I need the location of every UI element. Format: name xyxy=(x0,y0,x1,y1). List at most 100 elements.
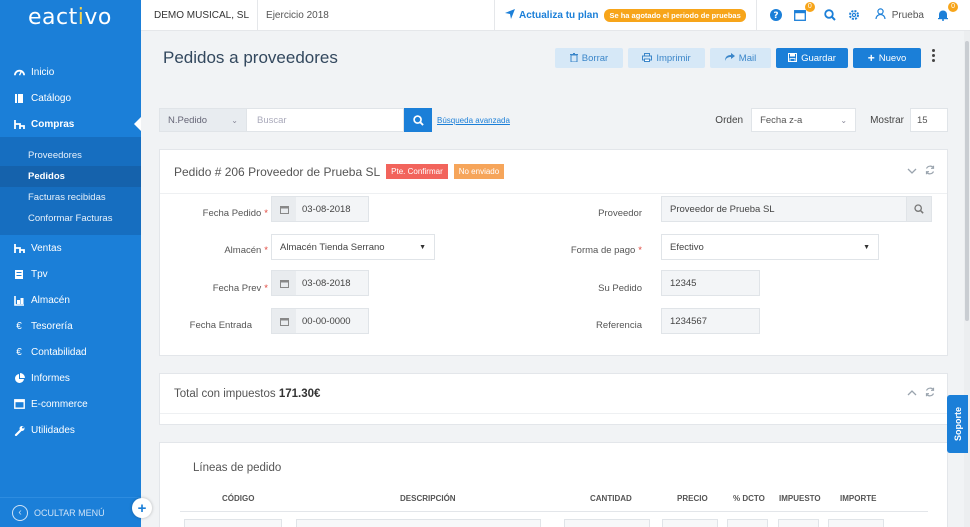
expected-date-field[interactable]: 03-08-2018 xyxy=(271,270,369,296)
sidebar-subitem-pedidos[interactable]: Pedidos xyxy=(0,166,141,187)
sidebar-nav: Inicio Catálogo Compras Proveedores Pedi… xyxy=(0,59,141,443)
line-price-input[interactable] xyxy=(662,519,718,527)
column-header-amount: IMPORTE xyxy=(840,494,877,503)
payment-method-select[interactable]: Efectivo ▼ xyxy=(661,234,879,260)
sidebar-item-tesoreria[interactable]: € Tesorería xyxy=(0,313,141,339)
chevron-up-icon[interactable] xyxy=(907,387,917,400)
line-tax-input[interactable] xyxy=(778,519,819,527)
sidebar-item-informes[interactable]: Informes xyxy=(0,365,141,391)
chevron-down-icon[interactable] xyxy=(907,165,917,178)
search-field-value: N.Pedido xyxy=(168,114,208,126)
upgrade-plan-label: Actualiza tu plan xyxy=(519,9,599,21)
supplier-order-field[interactable]: 12345 xyxy=(661,270,760,296)
supplier-search-button[interactable] xyxy=(906,196,932,222)
order-date-value: 03-08-2018 xyxy=(302,203,351,215)
refresh-icon[interactable] xyxy=(925,165,935,178)
required-mark: * xyxy=(264,208,268,219)
entry-date-field[interactable]: 00-00-0000 xyxy=(271,308,369,334)
sidebar-item-label: Informes xyxy=(31,372,70,384)
calendar-icon xyxy=(272,271,296,295)
sidebar: eactivo Inicio Catálogo Compras Proveedo… xyxy=(0,0,141,527)
sidebar-item-almacen[interactable]: Almacén xyxy=(0,287,141,313)
search-icon[interactable] xyxy=(821,6,839,24)
line-discount-input[interactable] xyxy=(727,519,768,527)
euro-icon: € xyxy=(16,320,22,332)
column-header-tax: IMPUESTO xyxy=(779,494,821,503)
mail-button[interactable]: Mail xyxy=(710,48,771,68)
calendar-icon[interactable]: 0 xyxy=(791,2,815,24)
notifications-count-badge: 0 xyxy=(948,2,958,12)
sidebar-item-utilidades[interactable]: Utilidades xyxy=(0,417,141,443)
help-icon[interactable]: ? xyxy=(767,6,785,24)
warehouse-select[interactable]: Almacén Tienda Serrano ▼ xyxy=(271,234,435,260)
sidebar-subitem-facturas-recibidas[interactable]: Facturas recibidas xyxy=(0,187,141,208)
trash-icon xyxy=(569,52,578,64)
gear-icon[interactable] xyxy=(845,6,863,24)
reference-field[interactable]: 1234567 xyxy=(661,308,760,334)
logo-text: eactivo xyxy=(28,4,112,30)
printer-icon xyxy=(642,52,653,64)
column-header-description: DESCRIPCIÓN xyxy=(400,494,456,503)
sidebar-item-inicio[interactable]: Inicio xyxy=(0,59,141,85)
sidebar-item-compras[interactable]: Compras xyxy=(0,111,141,137)
status-badge: Pte. Confirmar xyxy=(386,164,448,179)
payment-method-value: Efectivo xyxy=(670,241,704,253)
sidebar-item-label: Ventas xyxy=(31,242,62,254)
company-name[interactable]: DEMO MUSICAL, SL xyxy=(154,10,249,21)
panel-tools xyxy=(907,387,935,400)
sidebar-subitem-proveedores[interactable]: Proveedores xyxy=(0,145,141,166)
advanced-search-link[interactable]: Búsqueda avanzada xyxy=(437,116,510,125)
order-date-field[interactable]: 03-08-2018 xyxy=(271,196,369,222)
calendar-icon xyxy=(272,309,296,333)
order-date-label: Fecha Pedido * xyxy=(184,208,268,219)
sidebar-item-catalogo[interactable]: Catálogo xyxy=(0,85,141,111)
delete-button[interactable]: Borrar xyxy=(555,48,623,68)
chevron-down-icon: ⌄ xyxy=(231,115,238,125)
sidebar-subnav-compras: Proveedores Pedidos Facturas recibidas C… xyxy=(0,137,141,235)
share-icon xyxy=(724,53,735,63)
more-options-icon[interactable] xyxy=(929,49,937,62)
refresh-icon[interactable] xyxy=(925,387,935,400)
sidebar-item-ecommerce[interactable]: E-commerce xyxy=(0,391,141,417)
required-mark: * xyxy=(264,245,268,256)
scrollbar-thumb[interactable] xyxy=(965,41,969,321)
line-amount-input[interactable] xyxy=(828,519,884,527)
bell-icon[interactable]: 0 xyxy=(934,2,958,24)
supplier-field[interactable]: Proveedor de Prueba SL xyxy=(661,196,907,222)
line-code-input[interactable] xyxy=(184,519,282,527)
sidebar-item-tpv[interactable]: Tpv xyxy=(0,261,141,287)
user-menu[interactable]: Prueba xyxy=(875,8,924,22)
calendar-count-badge: 0 xyxy=(804,2,815,12)
page-size-input[interactable]: 15 xyxy=(910,108,948,132)
new-button[interactable]: + Nuevo xyxy=(853,48,921,68)
warehouse-value: Almacén Tienda Serrano xyxy=(280,241,385,253)
line-quantity-input[interactable] xyxy=(564,519,650,527)
quick-add-button[interactable]: + xyxy=(132,498,152,518)
search-field-select[interactable]: N.Pedido ⌄ xyxy=(159,108,247,132)
sidebar-item-ventas[interactable]: Ventas xyxy=(0,235,141,261)
paper-plane-icon xyxy=(505,8,516,22)
support-tab[interactable]: Soporte xyxy=(947,395,968,453)
order-select[interactable]: Fecha z-a ⌄ xyxy=(751,108,857,132)
line-description-input[interactable] xyxy=(296,519,541,527)
search-icon xyxy=(914,204,924,214)
supplier-order-value: 12345 xyxy=(670,277,697,289)
cart-icon xyxy=(13,118,25,130)
topbar: DEMO MUSICAL, SL Ejercicio 2018 Actualiz… xyxy=(141,0,970,31)
print-button[interactable]: Imprimir xyxy=(628,48,705,68)
fiscal-year[interactable]: Ejercicio 2018 xyxy=(266,10,329,21)
browser-icon xyxy=(13,398,25,410)
sidebar-subitem-conformar-facturas[interactable]: Conformar Facturas xyxy=(0,208,141,229)
hide-menu-button[interactable]: ‹ OCULTAR MENÚ xyxy=(0,497,141,527)
required-mark: * xyxy=(264,283,268,294)
sent-status-badge: No enviado xyxy=(453,164,505,179)
sidebar-item-contabilidad[interactable]: € Contabilidad xyxy=(0,339,141,365)
search-button[interactable] xyxy=(404,108,432,132)
entry-date-label: Fecha Entrada xyxy=(189,320,252,331)
logo[interactable]: eactivo xyxy=(0,0,141,34)
search-input[interactable]: Buscar xyxy=(247,108,404,132)
action-toolbar: Borrar Imprimir Mail Guardar + Nuevo xyxy=(555,48,921,68)
upgrade-plan-link[interactable]: Actualiza tu plan Se ha agotado el perio… xyxy=(494,0,757,31)
logo-accent-letter: i xyxy=(77,4,85,30)
save-button[interactable]: Guardar xyxy=(776,48,848,68)
